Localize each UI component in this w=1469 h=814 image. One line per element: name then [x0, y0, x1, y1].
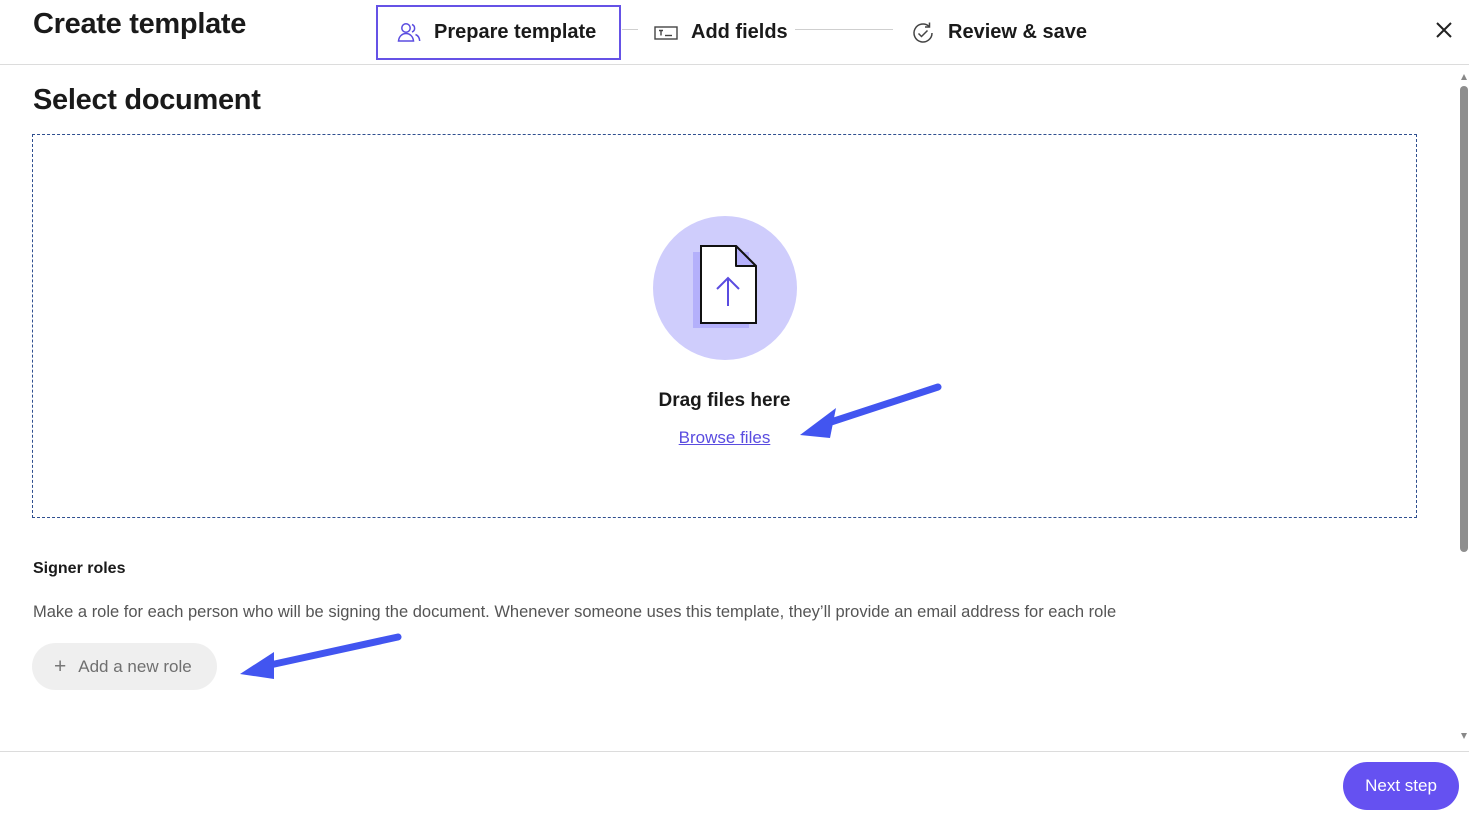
header: Create template Prepare template Add fie…	[0, 0, 1469, 65]
add-role-button[interactable]: + Add a new role	[32, 643, 217, 690]
signer-roles-title: Signer roles	[33, 560, 126, 577]
browse-files-link[interactable]: Browse files	[679, 428, 771, 447]
step-add-fields[interactable]: Add fields	[653, 5, 788, 60]
step-divider	[795, 29, 893, 30]
step-label: Review & save	[948, 21, 1087, 43]
scroll-down-arrow[interactable]	[1461, 733, 1467, 739]
step-divider	[622, 29, 638, 30]
add-role-label: Add a new role	[78, 656, 192, 676]
annotation-arrow-icon	[240, 633, 402, 679]
signer-roles-description: Make a role for each person who will be …	[33, 603, 1117, 621]
file-upload-icon	[653, 216, 797, 360]
step-review-save[interactable]: Review & save	[910, 5, 1087, 60]
step-label: Add fields	[691, 21, 788, 43]
scroll-up-arrow[interactable]	[1461, 74, 1467, 80]
next-step-button[interactable]: Next step	[1343, 762, 1459, 810]
refresh-check-icon	[910, 20, 936, 46]
plus-icon: +	[54, 654, 67, 678]
people-icon	[396, 20, 422, 46]
close-icon[interactable]	[1433, 19, 1455, 41]
footer: Next step	[0, 751, 1469, 814]
text-field-icon	[653, 20, 679, 46]
step-prepare-template[interactable]: Prepare template	[376, 5, 621, 60]
drag-files-label: Drag files here	[658, 390, 791, 411]
section-title: Select document	[33, 84, 261, 116]
page-title: Create template	[33, 8, 247, 40]
file-dropzone[interactable]: Drag files here Browse files	[32, 134, 1417, 518]
step-label: Prepare template	[434, 21, 597, 43]
scrollbar[interactable]	[1459, 66, 1469, 750]
scroll-thumb[interactable]	[1460, 86, 1468, 552]
